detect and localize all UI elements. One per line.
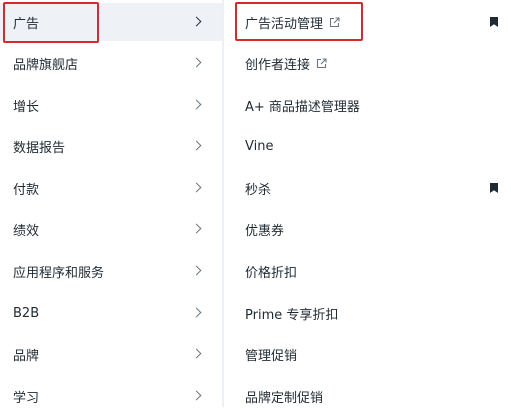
bookmark-icon[interactable] xyxy=(490,17,498,27)
chevron-right-icon xyxy=(191,390,202,401)
left-menu-item-growth[interactable]: 增长 xyxy=(0,86,222,124)
menu-item-label: 绩效 xyxy=(13,223,40,239)
menu-item-label: 价格折扣 xyxy=(245,265,298,281)
chevron-right-icon xyxy=(191,307,202,318)
chevron-right-icon xyxy=(191,99,202,110)
menu-item-label: 数据报告 xyxy=(13,140,66,156)
menu-item-label: 广告活动管理 xyxy=(245,16,324,32)
left-menu-item-brand[interactable]: 品牌 xyxy=(0,335,222,373)
submenu-item-brand-tailored-promotions[interactable]: 品牌定制促销 xyxy=(224,377,511,415)
menu-item-label: B2B xyxy=(13,305,40,321)
left-menu: 广告 品牌旗舰店 增长 数据报告 付款 绩效 应用程序和服务 B2B 品牌 学习 xyxy=(0,0,222,407)
left-menu-item-learn[interactable]: 学习 xyxy=(0,377,222,415)
submenu-item-creator-connections[interactable]: 创作者连接 xyxy=(224,44,511,82)
chevron-right-icon xyxy=(191,348,202,359)
submenu-item-vine[interactable]: Vine xyxy=(224,127,511,165)
left-menu-item-performance[interactable]: 绩效 xyxy=(0,210,222,248)
external-link-icon xyxy=(316,57,327,68)
menu-item-label: 品牌定制促销 xyxy=(245,390,324,406)
menu-item-label: 付款 xyxy=(13,182,40,198)
menu-item-label: 创作者连接 xyxy=(245,57,311,73)
menu-item-label: Vine xyxy=(245,138,274,154)
submenu-item-campaign-manager[interactable]: 广告活动管理 xyxy=(224,3,511,41)
menu-item-label: A+ 商品描述管理器 xyxy=(245,99,360,115)
chevron-right-icon xyxy=(191,182,202,193)
submenu-item-a-plus-manager[interactable]: A+ 商品描述管理器 xyxy=(224,86,511,124)
chevron-right-icon xyxy=(191,57,202,68)
menu-item-label: 品牌 xyxy=(13,348,40,364)
left-menu-item-payments[interactable]: 付款 xyxy=(0,169,222,207)
submenu-item-manage-promotions[interactable]: 管理促销 xyxy=(224,335,511,373)
left-menu-item-apps-services[interactable]: 应用程序和服务 xyxy=(0,252,222,290)
menu-item-label: 应用程序和服务 xyxy=(13,265,105,281)
menu-item-label: 增长 xyxy=(13,99,40,115)
menu-item-label: Prime 专享折扣 xyxy=(245,307,339,323)
external-link-icon xyxy=(329,16,340,27)
menu-item-label: 秒杀 xyxy=(245,182,272,198)
left-menu-item-brand-store[interactable]: 品牌旗舰店 xyxy=(0,44,222,82)
menu-item-label: 品牌旗舰店 xyxy=(13,57,79,73)
left-menu-item-ads[interactable]: 广告 xyxy=(0,3,222,41)
menu-item-label: 管理促销 xyxy=(245,348,298,364)
submenu: 广告活动管理 创作者连接 A+ 商品描述管理器 Vine 秒杀 优惠券 价格折扣… xyxy=(224,0,511,407)
chevron-right-icon xyxy=(191,223,202,234)
left-menu-item-b2b[interactable]: B2B xyxy=(0,294,222,332)
menu-item-label: 优惠券 xyxy=(245,223,285,239)
menu-item-label: 广告 xyxy=(13,16,40,32)
chevron-right-icon xyxy=(191,265,202,276)
submenu-item-coupons[interactable]: 优惠券 xyxy=(224,210,511,248)
submenu-item-prime-exclusive-discounts[interactable]: Prime 专享折扣 xyxy=(224,294,511,332)
chevron-right-icon xyxy=(191,16,202,27)
menu-item-label: 学习 xyxy=(13,390,40,406)
left-menu-item-reports[interactable]: 数据报告 xyxy=(0,127,222,165)
submenu-item-lightning-deals[interactable]: 秒杀 xyxy=(224,169,511,207)
bookmark-icon[interactable] xyxy=(490,183,498,193)
submenu-item-price-discounts[interactable]: 价格折扣 xyxy=(224,252,511,290)
chevron-right-icon xyxy=(191,140,202,151)
